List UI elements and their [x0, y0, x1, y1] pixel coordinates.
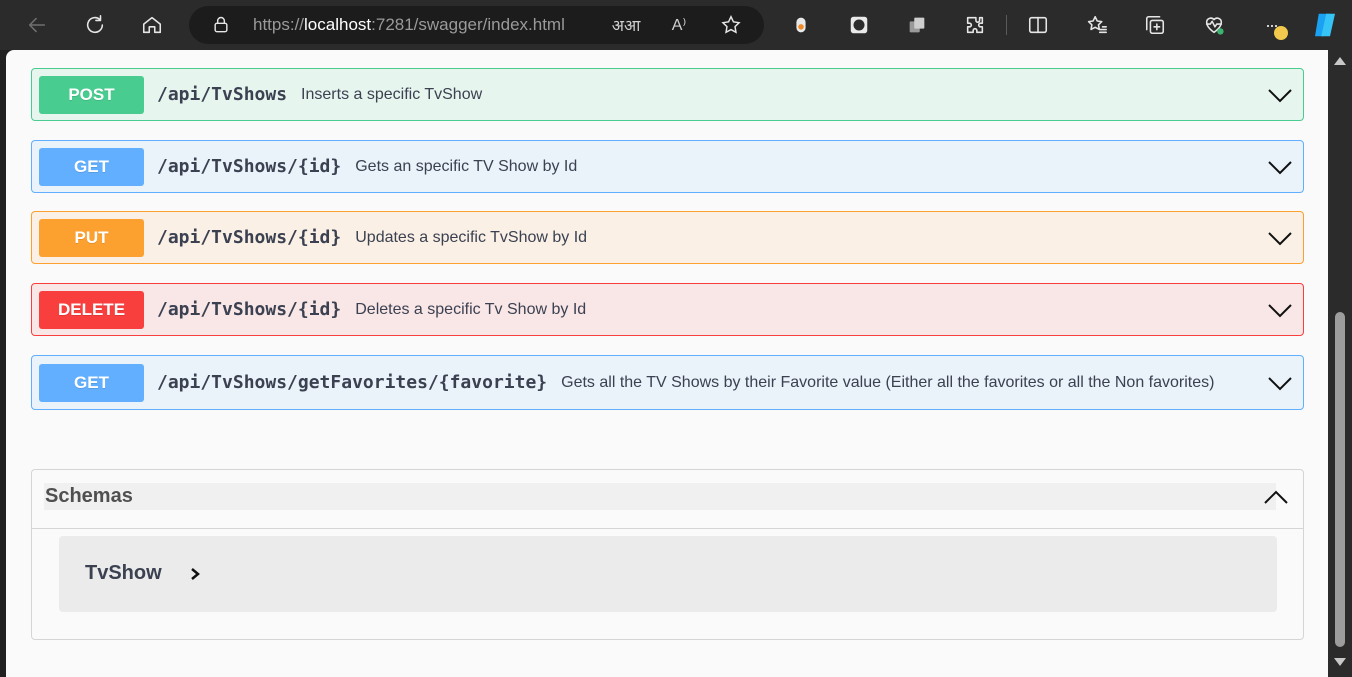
settings-more-button[interactable]: ··· [1254, 8, 1288, 42]
favorites-icon [1087, 15, 1107, 34]
collections-button[interactable] [1138, 8, 1172, 42]
collections-icon [1145, 15, 1165, 35]
schemas-header[interactable]: Schemas [32, 470, 1303, 529]
favorite-star-icon[interactable] [719, 13, 743, 37]
operation-summary: Deletes a specific Tv Show by Id [355, 301, 587, 318]
chevron-down-icon[interactable] [1267, 157, 1293, 177]
refresh-button[interactable] [78, 8, 112, 42]
chevron-down-icon[interactable] [1267, 300, 1293, 320]
update-badge-icon [1274, 26, 1288, 40]
model-name: TvShow [85, 562, 162, 584]
read-aloud-icon[interactable]: A⁾ [667, 13, 691, 37]
toolbar-separator [1006, 15, 1007, 35]
operation-path: /api/TvShows/{id} [157, 156, 342, 177]
browser-essentials-button[interactable] [1197, 8, 1231, 42]
schemas-section: Schemas TvShow [31, 469, 1304, 640]
home-button[interactable] [135, 8, 169, 42]
translate-icon[interactable]: अआ [612, 13, 641, 37]
operation-summary: Inserts a specific TvShow [301, 86, 483, 103]
lock-icon [211, 15, 231, 40]
github-extension-button[interactable] [842, 8, 876, 42]
extension-button[interactable] [784, 8, 818, 42]
chevron-down-icon[interactable] [1267, 228, 1293, 248]
method-badge: GET [39, 147, 144, 186]
puzzle-icon [966, 16, 984, 34]
split-screen-icon [1028, 16, 1048, 34]
chevron-down-icon[interactable] [1267, 85, 1293, 105]
operation-path: /api/TvShows/{id} [157, 299, 342, 320]
browser-toolbar: https://localhost:7281/swagger/index.htm… [0, 0, 1352, 50]
extension-badge-icon [796, 17, 806, 33]
operation-path: /api/TvShows [157, 84, 288, 105]
schemas-header-band [44, 483, 1276, 510]
operation-get-favorites[interactable]: GET /api/TvShows/getFavorites/{favorite}… [31, 355, 1304, 410]
arrow-left-icon [28, 17, 46, 33]
heart-pulse-icon [1205, 17, 1224, 35]
schemas-title: Schemas [45, 485, 133, 507]
copy-stack-icon [909, 17, 925, 33]
chevron-up-icon[interactable] [1263, 487, 1289, 507]
operation-summary: Gets all the TV Shows by their Favorite … [561, 374, 1215, 391]
operation-summary: Gets an specific TV Show by Id [355, 158, 578, 175]
method-badge: DELETE [39, 290, 144, 329]
split-screen-button[interactable] [1021, 8, 1055, 42]
chevron-down-icon[interactable] [1267, 373, 1293, 393]
operation-summary: Updates a specific TvShow by Id [355, 229, 588, 246]
operation-path: /api/TvShows/getFavorites/{favorite} [157, 372, 548, 393]
operation-get-tvshow-by-id[interactable]: GET /api/TvShows/{id} Gets an specific T… [31, 140, 1304, 193]
github-icon [850, 16, 868, 34]
scroll-up-arrow-icon[interactable] [1334, 57, 1346, 65]
operation-path: /api/TvShows/{id} [157, 227, 342, 248]
model-tvshow[interactable]: TvShow [59, 536, 1277, 612]
favorites-button[interactable] [1080, 8, 1114, 42]
vertical-scrollbar[interactable] [1328, 50, 1352, 677]
home-icon [142, 16, 162, 34]
method-badge: POST [39, 75, 144, 114]
swagger-page: POST /api/TvShows Inserts a specific TvS… [6, 50, 1328, 677]
copilot-button[interactable] [1308, 8, 1342, 42]
operation-post-tvshows[interactable]: POST /api/TvShows Inserts a specific TvS… [31, 68, 1304, 121]
back-button[interactable] [20, 8, 54, 42]
method-badge: PUT [39, 218, 144, 257]
operation-delete-tvshow[interactable]: DELETE /api/TvShows/{id} Deletes a speci… [31, 283, 1304, 336]
url-text: https://localhost:7281/swagger/index.htm… [253, 15, 565, 34]
chevron-right-icon[interactable] [189, 567, 201, 581]
scrollbar-thumb[interactable] [1335, 312, 1345, 647]
copies-extension-button[interactable] [900, 8, 934, 42]
method-badge: GET [39, 363, 144, 402]
scroll-down-arrow-icon[interactable] [1334, 658, 1346, 666]
copilot-icon [1315, 13, 1335, 37]
extensions-button[interactable] [958, 8, 992, 42]
operation-put-tvshow[interactable]: PUT /api/TvShows/{id} Updates a specific… [31, 211, 1304, 264]
address-bar[interactable]: https://localhost:7281/swagger/index.htm… [189, 6, 764, 44]
refresh-icon [86, 15, 104, 34]
